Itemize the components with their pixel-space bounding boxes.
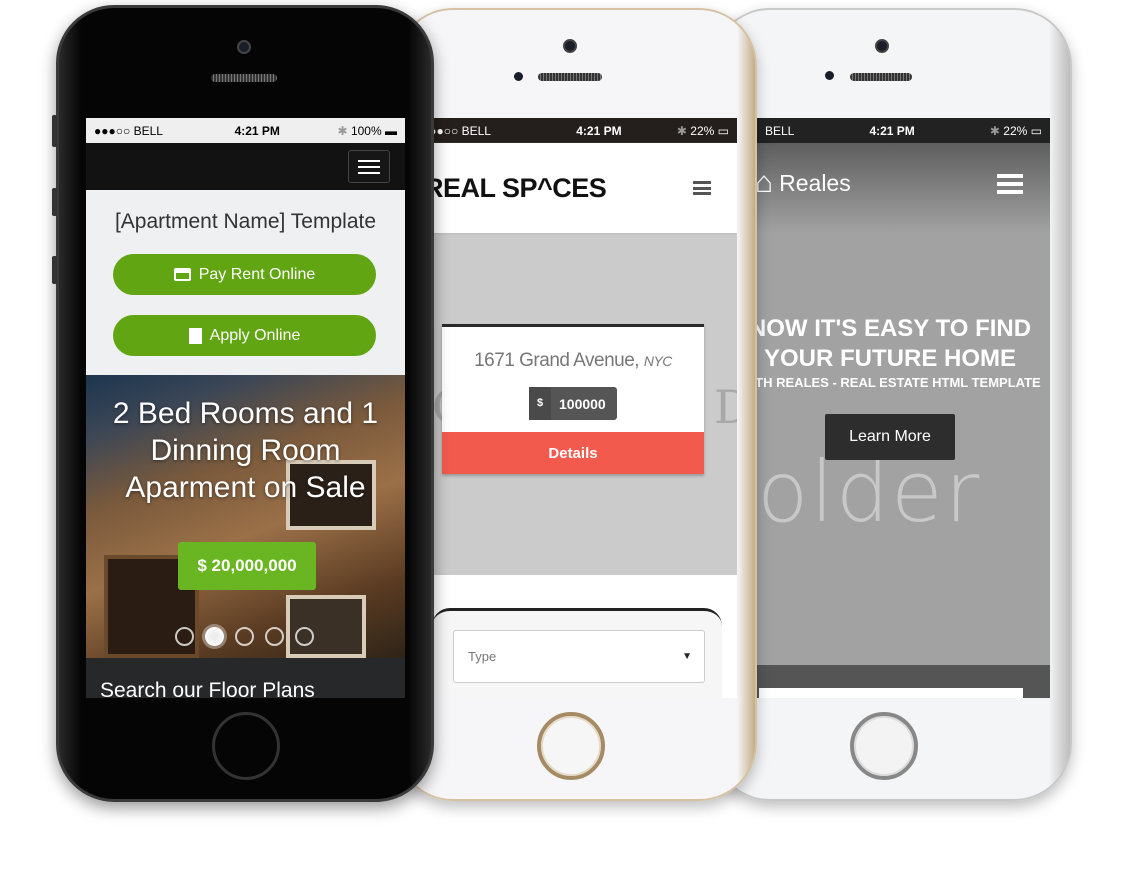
phone1-screen: ●●●○○ BELL 4:21 PM ✱ 100% ▬ [Apartment N… xyxy=(86,118,405,698)
home-button[interactable] xyxy=(850,712,918,780)
price: 100000 xyxy=(559,395,606,412)
carousel-dot[interactable] xyxy=(295,627,314,646)
sensor-icon xyxy=(514,72,523,81)
side-button[interactable] xyxy=(52,115,57,147)
bluetooth-icon: ✱ xyxy=(337,123,351,138)
carousel-dot[interactable] xyxy=(205,627,224,646)
property-card: 1671 Grand Avenue, NYC $ 100000 Details xyxy=(442,324,704,474)
hamburger-menu-icon[interactable] xyxy=(693,181,711,195)
carousel-dots xyxy=(175,627,314,646)
type-placeholder: Type xyxy=(468,649,497,664)
learn-more-button[interactable]: Learn More xyxy=(825,414,955,460)
speaker-icon xyxy=(850,73,912,81)
credit-card-icon xyxy=(173,268,191,281)
front-camera-icon xyxy=(875,39,889,53)
battery: ✱ 22% ▭ xyxy=(676,123,729,138)
price-badge: $ 100000 xyxy=(529,387,617,420)
search-heading: Search our Floor Plans xyxy=(100,679,315,698)
carousel-dot[interactable] xyxy=(235,627,254,646)
clock: 4:21 PM xyxy=(869,123,915,138)
hero-line: 2 Bed Rooms and 1 xyxy=(112,397,379,430)
volume-up-button[interactable] xyxy=(52,188,57,216)
home-icon: ⌂ xyxy=(755,166,774,199)
page-title: [Apartment Name] Template xyxy=(114,210,377,233)
sensor-icon xyxy=(825,71,834,80)
type-select[interactable]: Type ▼ xyxy=(453,630,705,683)
bluetooth-icon: ✱ xyxy=(676,123,691,138)
logo[interactable]: REAL SP^CES xyxy=(424,173,607,204)
battery: ✱ 22% ▭ xyxy=(989,123,1042,138)
bluetooth-icon: ✱ xyxy=(989,123,1004,138)
hero-heading: 2 Bed Rooms and 1 Dinning Room Aparment … xyxy=(86,395,405,506)
status-bar: BELL 4:21 PM ✱ 22% ▭ xyxy=(735,118,1050,143)
currency: $ xyxy=(529,387,551,420)
headline: NOW IT'S EASY TO FIND YOUR FUTURE HOME W… xyxy=(735,314,1050,392)
home-button[interactable] xyxy=(537,712,605,780)
phone2-screen: ●●●○○ BELL 4:21 PM ✱ 22% ▭ REAL SP^CES C… xyxy=(414,118,737,698)
details-button[interactable]: Details xyxy=(442,432,704,474)
speaker-icon xyxy=(538,73,602,81)
caret-down-icon: ▼ xyxy=(682,651,692,662)
home-button[interactable] xyxy=(212,712,280,780)
front-camera-icon xyxy=(237,40,251,54)
volume-down-button[interactable] xyxy=(52,256,57,284)
price-button[interactable]: $ 20,000,000 xyxy=(178,542,316,590)
bg-text: DE xyxy=(714,380,737,434)
carousel-dot[interactable] xyxy=(265,627,284,646)
search-input[interactable] xyxy=(759,688,1023,698)
clock: 4:21 PM xyxy=(576,123,622,138)
document-icon xyxy=(188,327,202,344)
status-bar: ●●●○○ BELL 4:21 PM ✱ 100% ▬ xyxy=(86,118,405,143)
carrier: BELL xyxy=(765,123,795,138)
pay-rent-button[interactable]: Pay Rent Online xyxy=(113,254,376,295)
front-camera-icon xyxy=(563,39,577,53)
city: NYC xyxy=(643,353,673,369)
headline-line: NOW IT'S EASY TO FIND xyxy=(748,315,1032,342)
battery: ✱ 100% ▬ xyxy=(337,123,397,138)
carousel-dot[interactable] xyxy=(175,627,194,646)
hero-line: Aparment on Sale xyxy=(125,471,366,504)
address: 1671 Grand Avenue, NYC xyxy=(474,350,673,371)
status-bar: ●●●○○ BELL 4:21 PM ✱ 22% ▭ xyxy=(414,118,737,143)
logo[interactable]: ⌂ Reales xyxy=(755,166,851,200)
hero-line: Dinning Room xyxy=(150,434,341,467)
hamburger-menu-button[interactable] xyxy=(348,150,390,183)
subline: WITH REALES - REAL ESTATE HTML TEMPLATE xyxy=(739,375,1041,390)
clock: 4:21 PM xyxy=(234,123,280,138)
apply-online-button[interactable]: Apply Online xyxy=(113,315,376,356)
headline-line: YOUR FUTURE HOME xyxy=(764,345,1016,372)
phone3-screen: BELL 4:21 PM ✱ 22% ▭ ⌂ Reales older NOW I… xyxy=(735,118,1050,698)
carrier: ●●●○○ BELL xyxy=(94,123,163,138)
hamburger-menu-icon[interactable] xyxy=(997,174,1023,194)
speaker-icon xyxy=(211,74,277,82)
